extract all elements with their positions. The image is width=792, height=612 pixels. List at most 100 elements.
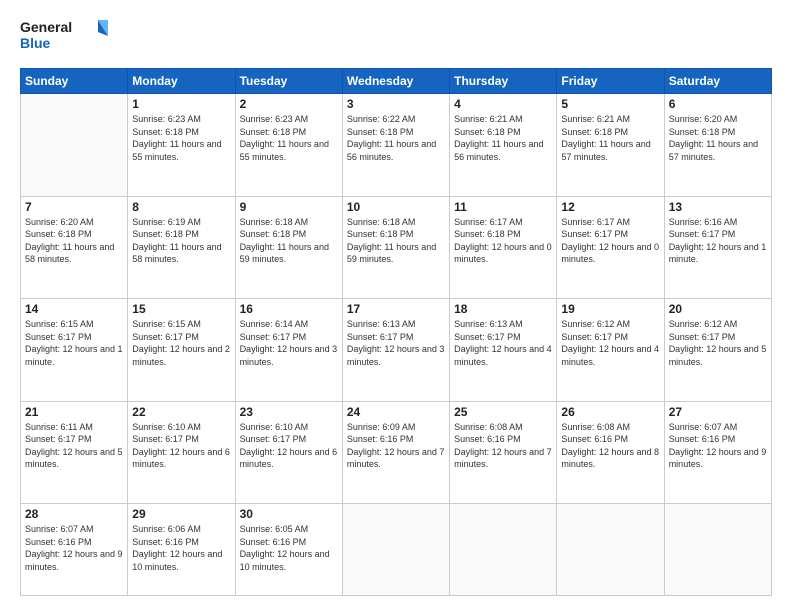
day-number: 25 [454,405,552,419]
day-number: 7 [25,200,123,214]
day-number: 8 [132,200,230,214]
logo-icon: General Blue [20,16,110,58]
calendar-cell: 16Sunrise: 6:14 AM Sunset: 6:17 PM Dayli… [235,299,342,402]
calendar-cell: 2 Sunrise: 6:23 AM Sunset: 6:18 PM Daylig… [235,94,342,197]
calendar-week-row: 7 Sunrise: 6:20 AM Sunset: 6:18 PM Daylig… [21,196,772,299]
day-number: 17 [347,302,445,316]
day-info: Sunrise: 6:17 AM Sunset: 6:17 PM Dayligh… [561,216,659,266]
day-number: 10 [347,200,445,214]
day-info: Sunrise: 6:05 AM Sunset: 6:16 PM Dayligh… [240,523,338,573]
calendar-cell: 23Sunrise: 6:10 AM Sunset: 6:17 PM Dayli… [235,401,342,504]
calendar-cell: 25 Sunrise: 6:08 AM Sunset: 6:16 PM Dayli… [450,401,557,504]
day-info: Sunrise: 6:17 AM Sunset: 6:18 PM Dayligh… [454,216,552,266]
calendar-cell [557,504,664,596]
calendar-cell: 27 Sunrise: 6:07 AM Sunset: 6:16 PM Dayli… [664,401,771,504]
weekday-header: Friday [557,69,664,94]
calendar-cell: 4Sunrise: 6:21 AM Sunset: 6:18 PM Daylig… [450,94,557,197]
day-number: 15 [132,302,230,316]
logo: General Blue [20,16,110,58]
day-number: 11 [454,200,552,214]
weekday-header: Sunday [21,69,128,94]
day-info: Sunrise: 6:11 AM Sunset: 6:17 PM Dayligh… [25,421,123,471]
day-number: 24 [347,405,445,419]
calendar-cell: 8 Sunrise: 6:19 AM Sunset: 6:18 PM Daylig… [128,196,235,299]
day-number: 30 [240,507,338,521]
day-info: Sunrise: 6:08 AM Sunset: 6:16 PM Dayligh… [561,421,659,471]
day-info: Sunrise: 6:18 AM Sunset: 6:18 PM Dayligh… [347,216,445,266]
day-info: Sunrise: 6:19 AM Sunset: 6:18 PM Dayligh… [132,216,230,266]
calendar-cell: 20 Sunrise: 6:12 AM Sunset: 6:17 PM Dayli… [664,299,771,402]
day-info: Sunrise: 6:16 AM Sunset: 6:17 PM Dayligh… [669,216,767,266]
day-info: Sunrise: 6:15 AM Sunset: 6:17 PM Dayligh… [132,318,230,368]
svg-text:Blue: Blue [20,35,51,51]
day-info: Sunrise: 6:23 AM Sunset: 6:18 PM Dayligh… [240,113,338,163]
calendar-cell: 9 Sunrise: 6:18 AM Sunset: 6:18 PM Daylig… [235,196,342,299]
day-info: Sunrise: 6:07 AM Sunset: 6:16 PM Dayligh… [25,523,123,573]
calendar-cell: 12 Sunrise: 6:17 AM Sunset: 6:17 PM Dayli… [557,196,664,299]
calendar-week-row: 1 Sunrise: 6:23 AM Sunset: 6:18 PM Daylig… [21,94,772,197]
calendar-cell: 24 Sunrise: 6:09 AM Sunset: 6:16 PM Dayli… [342,401,449,504]
day-info: Sunrise: 6:14 AM Sunset: 6:17 PM Dayligh… [240,318,338,368]
day-number: 27 [669,405,767,419]
calendar-cell: 11 Sunrise: 6:17 AM Sunset: 6:18 PM Dayli… [450,196,557,299]
day-info: Sunrise: 6:21 AM Sunset: 6:18 PM Dayligh… [561,113,659,163]
calendar-cell: 15 Sunrise: 6:15 AM Sunset: 6:17 PM Dayli… [128,299,235,402]
calendar-cell: 19Sunrise: 6:12 AM Sunset: 6:17 PM Dayli… [557,299,664,402]
calendar-cell: 5Sunrise: 6:21 AM Sunset: 6:18 PM Daylig… [557,94,664,197]
calendar-cell: 6 Sunrise: 6:20 AM Sunset: 6:18 PM Daylig… [664,94,771,197]
calendar-cell [664,504,771,596]
calendar-cell: 3 Sunrise: 6:22 AM Sunset: 6:18 PM Daylig… [342,94,449,197]
day-info: Sunrise: 6:10 AM Sunset: 6:17 PM Dayligh… [132,421,230,471]
day-info: Sunrise: 6:20 AM Sunset: 6:18 PM Dayligh… [25,216,123,266]
day-info: Sunrise: 6:22 AM Sunset: 6:18 PM Dayligh… [347,113,445,163]
day-info: Sunrise: 6:20 AM Sunset: 6:18 PM Dayligh… [669,113,767,163]
day-number: 9 [240,200,338,214]
weekday-header: Thursday [450,69,557,94]
day-info: Sunrise: 6:08 AM Sunset: 6:16 PM Dayligh… [454,421,552,471]
day-number: 22 [132,405,230,419]
page-header: General Blue [20,16,772,58]
calendar-cell: 30 Sunrise: 6:05 AM Sunset: 6:16 PM Dayli… [235,504,342,596]
calendar-cell: 22 Sunrise: 6:10 AM Sunset: 6:17 PM Dayli… [128,401,235,504]
day-info: Sunrise: 6:13 AM Sunset: 6:17 PM Dayligh… [454,318,552,368]
weekday-header: Saturday [664,69,771,94]
day-number: 21 [25,405,123,419]
weekday-header: Monday [128,69,235,94]
day-info: Sunrise: 6:10 AM Sunset: 6:17 PM Dayligh… [240,421,338,471]
day-number: 13 [669,200,767,214]
calendar-cell [450,504,557,596]
day-info: Sunrise: 6:09 AM Sunset: 6:16 PM Dayligh… [347,421,445,471]
day-info: Sunrise: 6:12 AM Sunset: 6:17 PM Dayligh… [669,318,767,368]
day-number: 20 [669,302,767,316]
calendar-cell: 1 Sunrise: 6:23 AM Sunset: 6:18 PM Daylig… [128,94,235,197]
calendar-cell [21,94,128,197]
day-number: 26 [561,405,659,419]
day-number: 6 [669,97,767,111]
day-number: 29 [132,507,230,521]
calendar-table: SundayMondayTuesdayWednesdayThursdayFrid… [20,68,772,596]
calendar-header-row: SundayMondayTuesdayWednesdayThursdayFrid… [21,69,772,94]
calendar-cell: 10 Sunrise: 6:18 AM Sunset: 6:18 PM Dayli… [342,196,449,299]
day-info: Sunrise: 6:06 AM Sunset: 6:16 PM Dayligh… [132,523,230,573]
weekday-header: Wednesday [342,69,449,94]
calendar-cell: 26 Sunrise: 6:08 AM Sunset: 6:16 PM Dayli… [557,401,664,504]
day-number: 1 [132,97,230,111]
day-number: 28 [25,507,123,521]
calendar-cell: 28 Sunrise: 6:07 AM Sunset: 6:16 PM Dayli… [21,504,128,596]
calendar-cell: 29 Sunrise: 6:06 AM Sunset: 6:16 PM Dayli… [128,504,235,596]
day-info: Sunrise: 6:23 AM Sunset: 6:18 PM Dayligh… [132,113,230,163]
calendar-week-row: 28 Sunrise: 6:07 AM Sunset: 6:16 PM Dayli… [21,504,772,596]
day-info: Sunrise: 6:13 AM Sunset: 6:17 PM Dayligh… [347,318,445,368]
day-info: Sunrise: 6:18 AM Sunset: 6:18 PM Dayligh… [240,216,338,266]
day-info: Sunrise: 6:07 AM Sunset: 6:16 PM Dayligh… [669,421,767,471]
day-info: Sunrise: 6:15 AM Sunset: 6:17 PM Dayligh… [25,318,123,368]
day-number: 4 [454,97,552,111]
calendar-cell: 13 Sunrise: 6:16 AM Sunset: 6:17 PM Dayli… [664,196,771,299]
day-number: 3 [347,97,445,111]
day-number: 14 [25,302,123,316]
svg-text:General: General [20,19,72,35]
calendar-cell [342,504,449,596]
day-number: 2 [240,97,338,111]
day-number: 19 [561,302,659,316]
day-number: 12 [561,200,659,214]
